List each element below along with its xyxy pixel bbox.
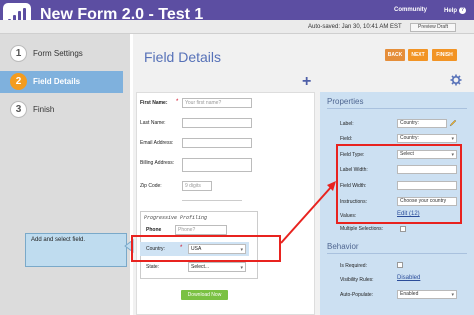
highlight-selected-field	[131, 235, 281, 262]
highlight-field-properties	[336, 144, 462, 224]
